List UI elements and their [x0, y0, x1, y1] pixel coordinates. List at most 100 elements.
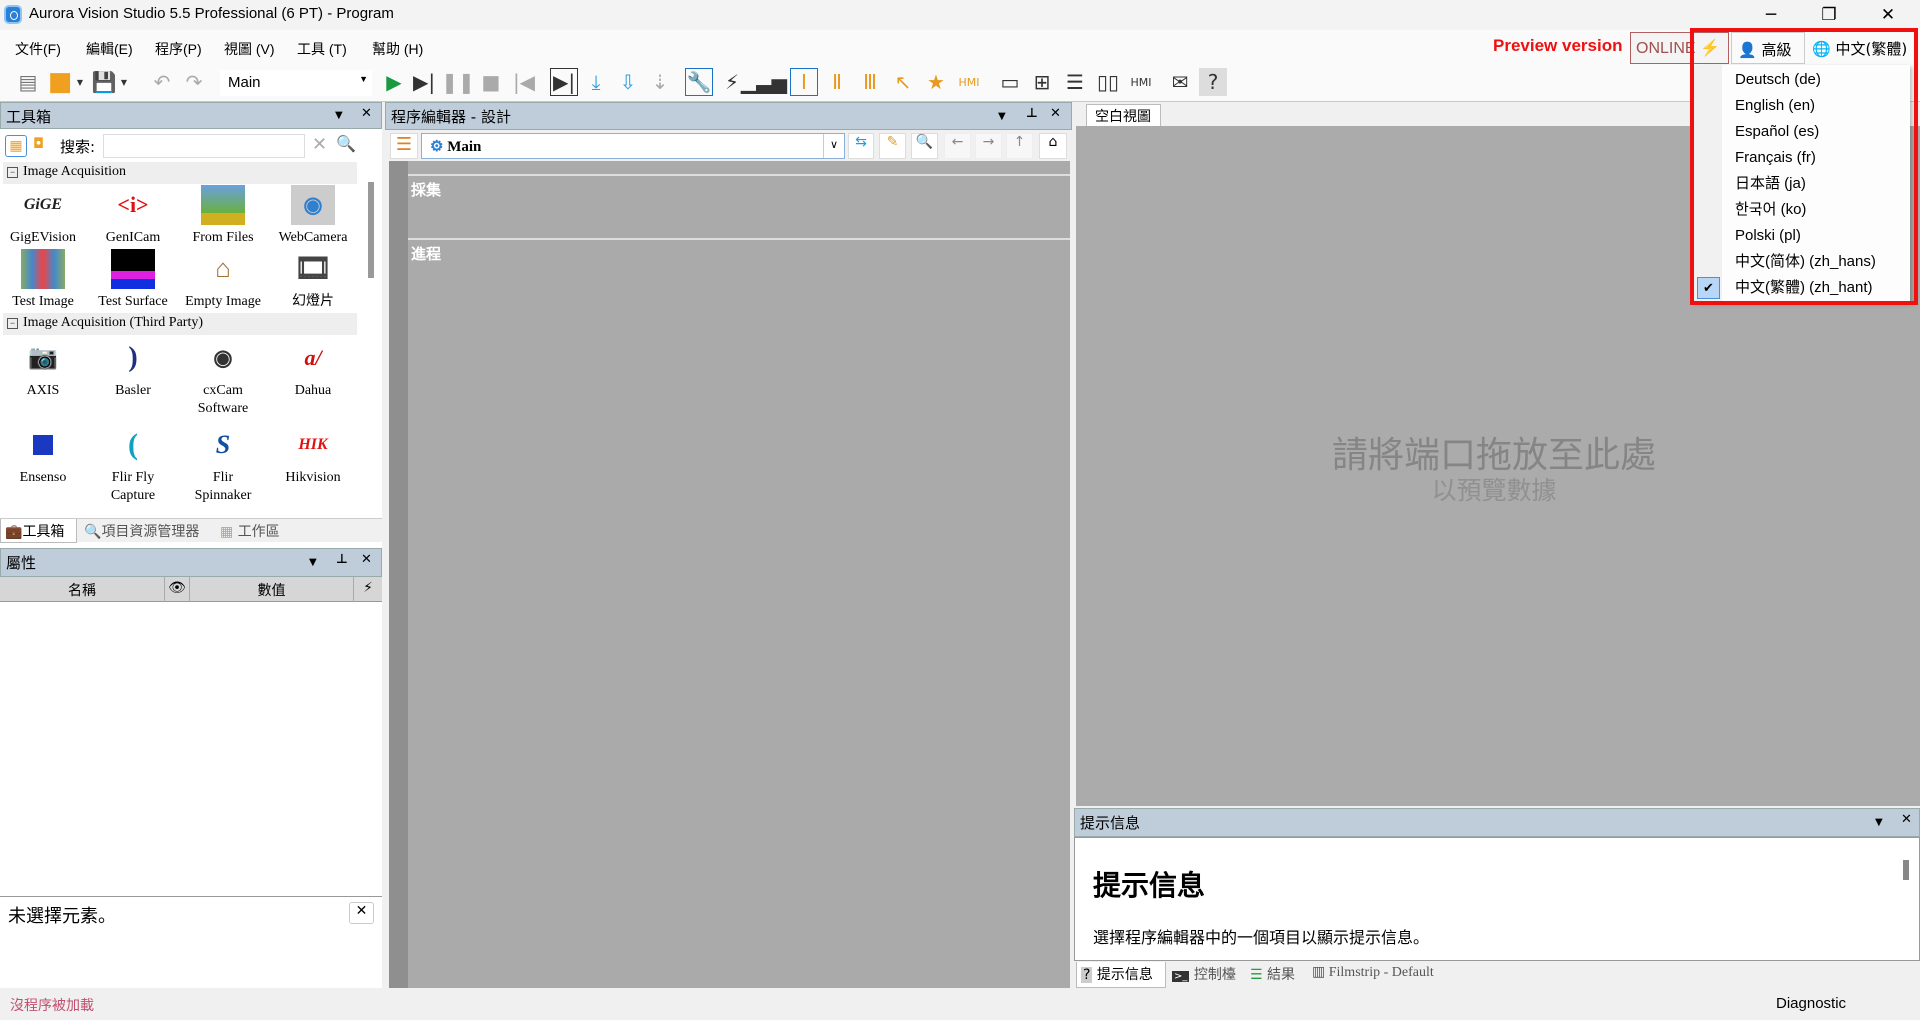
tool-test-image[interactable]: Test Image [0, 249, 88, 311]
open-folder-icon[interactable]: ■ [46, 67, 74, 97]
dropdown-icon[interactable]: ▼ [335, 110, 343, 121]
step-into-icon[interactable]: ⤓ [582, 68, 610, 96]
step-back-icon[interactable]: ⇣ [646, 68, 674, 96]
tool-test-surface[interactable]: Test Surface [88, 249, 178, 311]
language-option-fr[interactable]: Français (fr) [1694, 145, 1910, 171]
menu-view[interactable]: 視圖 (V) [224, 39, 275, 59]
column-value[interactable]: 數值 [190, 577, 354, 602]
stop-icon[interactable]: ■ [477, 68, 505, 96]
hint-scrollbar[interactable] [1903, 860, 1909, 880]
program-menu-icon[interactable]: ☰ [390, 133, 418, 159]
undo-icon[interactable]: ↶ [148, 68, 176, 96]
tab-filmstrip[interactable]: ▥ Filmstrip - Default [1308, 962, 1468, 988]
close-info-button[interactable]: ✕ [349, 902, 374, 924]
tool-hikvision[interactable]: HIK Hikvision [268, 425, 358, 487]
worker-task-select[interactable]: Main ▼ [220, 70, 372, 96]
close-icon[interactable]: ✕ [361, 106, 372, 121]
list-view-icon[interactable]: ◘ [33, 136, 48, 156]
mail-icon[interactable]: ✉ [1166, 68, 1194, 96]
language-option-pl[interactable]: Polski (pl) [1694, 223, 1910, 249]
eye-icon[interactable]: 👁 [165, 577, 190, 602]
pin-icon[interactable]: ⊥ [1026, 106, 1038, 121]
tool-dahua[interactable]: a/Dahua [268, 338, 358, 400]
menu-edit[interactable]: 編輯(E) [86, 39, 133, 59]
view-rows-icon[interactable]: ☰ [1061, 68, 1089, 96]
search-icon[interactable]: 🔍 [336, 134, 356, 153]
language-option-de[interactable]: Deutsch (de) [1694, 67, 1910, 93]
group-image-acquisition-third-party[interactable]: − Image Acquisition (Third Party) [3, 313, 357, 335]
tool-genicam[interactable]: <i> GenICam [88, 185, 178, 247]
tab-empty-view[interactable]: 空白視圖 [1086, 104, 1161, 126]
section-process[interactable]: 進程 [411, 243, 441, 264]
toolbox-scrollbar[interactable] [368, 182, 374, 278]
language-option-ja[interactable]: 日本語 (ja) [1694, 171, 1910, 197]
plug-icon[interactable]: ⚡ [356, 580, 380, 596]
section-acquire[interactable]: 採集 [411, 179, 441, 200]
tool-basler[interactable]: ) Basler [88, 338, 178, 400]
new-file-icon[interactable]: ▤ [14, 68, 42, 96]
dropdown-icon[interactable]: ▼ [998, 111, 1006, 122]
tab-hints[interactable]: ? 提示信息 [1076, 962, 1166, 988]
language-option-zh-hant[interactable]: ✔ 中文(繁體) (zh_hant) [1694, 275, 1910, 301]
view-columns-icon[interactable]: ▯▯ [1094, 68, 1122, 96]
layout-3-icon[interactable]: Ⅲ [856, 68, 884, 96]
language-option-zh-hans[interactable]: 中文(简体) (zh_hans) [1694, 249, 1910, 275]
reset-icon[interactable]: |◀ [510, 68, 538, 96]
save-dropdown-icon[interactable]: ▼ [118, 68, 130, 96]
close-icon[interactable]: ✕ [361, 552, 372, 567]
grid-view-icon[interactable]: ▦ [5, 135, 27, 157]
redo-icon[interactable]: ↷ [180, 68, 208, 96]
menu-tools[interactable]: 工具 (T) [297, 39, 347, 59]
statistics-icon[interactable]: ▁▃▅ [741, 68, 787, 96]
online-toggle[interactable]: ONLINE ⚡ [1630, 32, 1729, 64]
search-input[interactable] [103, 134, 305, 158]
column-name[interactable]: 名稱 [0, 577, 165, 602]
run-icon[interactable]: ▶ [380, 68, 408, 96]
close-button[interactable]: ✕ [1865, 2, 1911, 28]
tool-gigevision[interactable]: GiGE GigEVision [0, 185, 88, 247]
language-option-ko[interactable]: 한국어 (ko) [1694, 197, 1910, 223]
layout-2-icon[interactable]: Ⅱ [823, 68, 851, 96]
view-single-icon[interactable]: ▭ [996, 68, 1024, 96]
forward-arrow-icon[interactable]: → [975, 133, 1002, 159]
tool-flir-fly-capture[interactable]: (Flir Fly Capture [88, 425, 178, 505]
dropdown-icon[interactable]: ▼ [309, 557, 317, 568]
pause-icon[interactable]: ❚❚ [441, 68, 475, 96]
tool-empty-image[interactable]: ⌂ Empty Image [178, 249, 268, 311]
layout-select-icon[interactable]: ↖ [889, 68, 917, 96]
open-dropdown-icon[interactable]: ▼ [74, 68, 86, 96]
back-arrow-icon[interactable]: ← [944, 133, 971, 159]
pin-icon[interactable]: ⊥ [336, 552, 348, 567]
home-icon[interactable]: ⌂ [1039, 133, 1067, 159]
tab-workspace[interactable]: ▦ 工作區 [216, 519, 290, 543]
language-button[interactable]: 🌐 中文(繁體) [1808, 32, 1918, 64]
tool-slideshow[interactable]: 🎞 幻燈片 [268, 249, 358, 311]
up-arrow-icon[interactable]: ↑ [1006, 133, 1033, 159]
layout-star-icon[interactable]: ★ [922, 68, 950, 96]
menu-file[interactable]: 文件(F) [15, 39, 61, 59]
tool-from-files[interactable]: From Files [178, 185, 268, 247]
layout-1-icon[interactable]: Ⅰ [790, 68, 818, 96]
program-canvas[interactable]: 採集 進程 [389, 161, 1070, 988]
tab-project-explorer[interactable]: 🔍項目資源管理器 [80, 519, 212, 543]
view-grid-icon[interactable]: ⊞ [1028, 68, 1056, 96]
tool-ensenso[interactable]: Ensenso [0, 425, 88, 487]
swap-icon[interactable]: ⇆ [848, 133, 874, 159]
step-out-icon[interactable]: ⇩ [614, 68, 642, 96]
search-icon[interactable]: 🔍 [911, 133, 938, 159]
dropdown-icon[interactable]: ▼ [1875, 817, 1883, 828]
language-option-es[interactable]: Español (es) [1694, 119, 1910, 145]
save-icon[interactable]: 💾 [90, 68, 118, 96]
close-icon[interactable]: ✕ [1901, 812, 1912, 827]
tab-results[interactable]: ☰ 結果 [1246, 962, 1306, 988]
tool-webcamera[interactable]: ◉ WebCamera [268, 185, 358, 247]
minimize-button[interactable]: ─ [1748, 2, 1794, 28]
tab-console[interactable]: >_ 控制檯 [1168, 962, 1243, 988]
tool-cxcam[interactable]: ◉ cxCam Software [178, 338, 268, 418]
tab-toolbox[interactable]: 💼工具箱 [0, 519, 77, 543]
user-level-button[interactable]: 👤 高級 [1731, 32, 1805, 64]
macro-select[interactable]: ⚙ Main ∨ [421, 133, 845, 159]
restore-button[interactable]: ❐ [1806, 2, 1852, 28]
tool-axis[interactable]: 📷 AXIS [0, 338, 88, 400]
menu-program[interactable]: 程序(P) [155, 39, 202, 59]
